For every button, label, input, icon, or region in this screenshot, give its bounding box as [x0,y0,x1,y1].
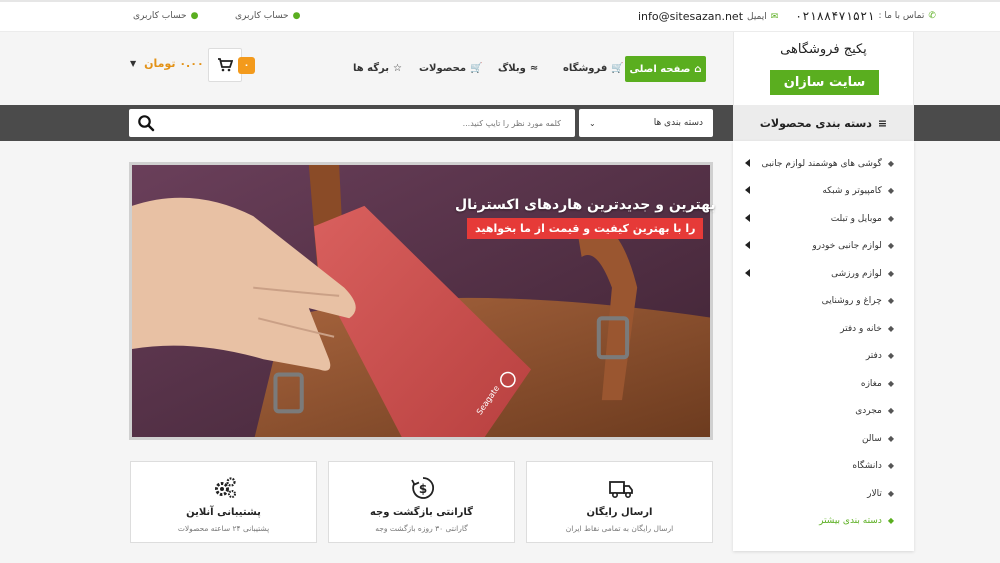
caret-left-icon [745,186,750,194]
category-item[interactable]: ◆ سالن [733,425,914,452]
phone-icon: ✆ [928,11,936,21]
contact-phone: ✆ تماس با ما : ۰۲۱۸۸۴۷۱۵۲۱ [795,9,936,23]
search-input[interactable] [169,109,569,137]
category-select[interactable]: دسته بندی ها ⌄ [579,109,713,137]
money-back-icon: $ [411,477,435,499]
category-item[interactable]: ◆ کامپیوتر و شبکه [733,177,914,204]
account-link-1[interactable]: ● حساب کاربری [235,11,300,21]
bullet-icon: ◆ [887,489,894,498]
feature-online-support: پشتیبانی آنلاین پشتیبانی ۲۴ ساعته محصولا… [130,461,317,543]
bullet-icon: ◆ [887,186,894,195]
logo-title[interactable]: پکیج فروشگاهی [733,42,914,57]
bullet-icon: ◆ [887,159,894,168]
category-item[interactable]: ◆ دانشگاه [733,452,914,479]
bullet-icon: ◆ [887,516,894,525]
bullet-icon: ◆ [887,351,894,360]
nav-pages[interactable]: ☆ برگه ها [353,63,402,74]
cart-icon: 🛒 [611,63,624,74]
nav-blog[interactable]: ≈ وبلاگ [498,63,538,74]
search-box [129,109,575,137]
bullet-icon: ◆ [887,406,894,415]
cart-total[interactable]: ۰.۰۰ تومان ▼ [130,57,204,70]
menu-icon: ≡ [877,116,888,130]
account-link-2[interactable]: ● حساب کاربری [133,11,198,21]
caret-left-icon [745,159,750,167]
truck-icon [609,481,633,498]
cart-icon: 🛒 [470,63,483,74]
nav-home[interactable]: ⌂ صفحه اصلی [625,56,706,82]
gears-icon [215,477,236,498]
cart-count-badge: ۰ [238,57,255,74]
category-item[interactable]: ◆ دفتر [733,342,914,369]
bullet-icon: ◆ [887,379,894,388]
search-icon[interactable] [137,114,155,132]
category-item[interactable]: ◆ لوازم ورزشی [733,260,914,287]
category-item[interactable]: ◆ مجردی [733,397,914,424]
category-item[interactable]: ◆ خانه و دفتر [733,315,914,342]
category-more-link[interactable]: ◆ دسته بندی بیشتر [733,507,914,534]
star-icon: ☆ [393,63,402,74]
nav-products[interactable]: 🛒 محصولات [419,63,482,74]
cart-button[interactable] [208,48,242,82]
caret-left-icon [745,269,750,277]
category-item[interactable]: ◆ لوازم جانبی خودرو [733,232,914,259]
caret-down-icon: ▼ [130,59,137,68]
bullet-icon: ◆ [887,461,894,470]
envelope-icon: ✉ [770,11,779,22]
bullet-icon: ◆ [887,324,894,333]
category-item[interactable]: ◆ چراغ و روشنایی [733,287,914,314]
caret-left-icon [745,241,750,249]
bullet-icon: ◆ [887,434,894,443]
svg-text:$: $ [419,482,427,496]
category-item[interactable]: ◆ موبایل و تبلت [733,205,914,232]
bullet-icon: ◆ [887,214,894,223]
nav-shop[interactable]: 🛒 فروشگاه [563,63,624,74]
home-icon: ⌂ [694,63,702,75]
feature-free-shipping: ارسال رایگان ارسال رایگان به تمامی نقاط … [526,461,713,543]
feature-money-back: $ گارانتی بازگشت وجه گارانتی ۳۰ روزه باز… [328,461,515,543]
rss-icon: ≈ [529,63,539,74]
caret-left-icon [745,214,750,222]
user-icon: ● [292,11,301,21]
user-icon: ● [190,11,199,21]
category-sidebar: ◆ گوشی های هوشمند لوازم جانبی ◆ کامپیوتر و… [733,141,914,551]
bullet-icon: ◆ [887,296,894,305]
category-menu-header[interactable]: ≡ دسته بندی محصولات [733,105,914,141]
logo-badge[interactable]: سایت سازان [770,70,879,95]
contact-email[interactable]: ✉ ایمیل info@sitesazan.net [638,10,778,23]
bullet-icon: ◆ [887,241,894,250]
chevron-down-icon: ⌄ [589,118,596,128]
category-item[interactable]: ◆ گوشی های هوشمند لوازم جانبی [733,150,914,177]
bullet-icon: ◆ [887,269,894,278]
slider-subline: را با بهترین کیفیت و قیمت از ما بخواهید [467,218,704,239]
cart-icon [218,58,233,72]
category-item[interactable]: ◆ مغازه [733,370,914,397]
category-item[interactable]: ◆ تالار [733,480,914,507]
slider-headline: بهترین و جدیدترین هاردهای اکسترنال [455,197,716,213]
